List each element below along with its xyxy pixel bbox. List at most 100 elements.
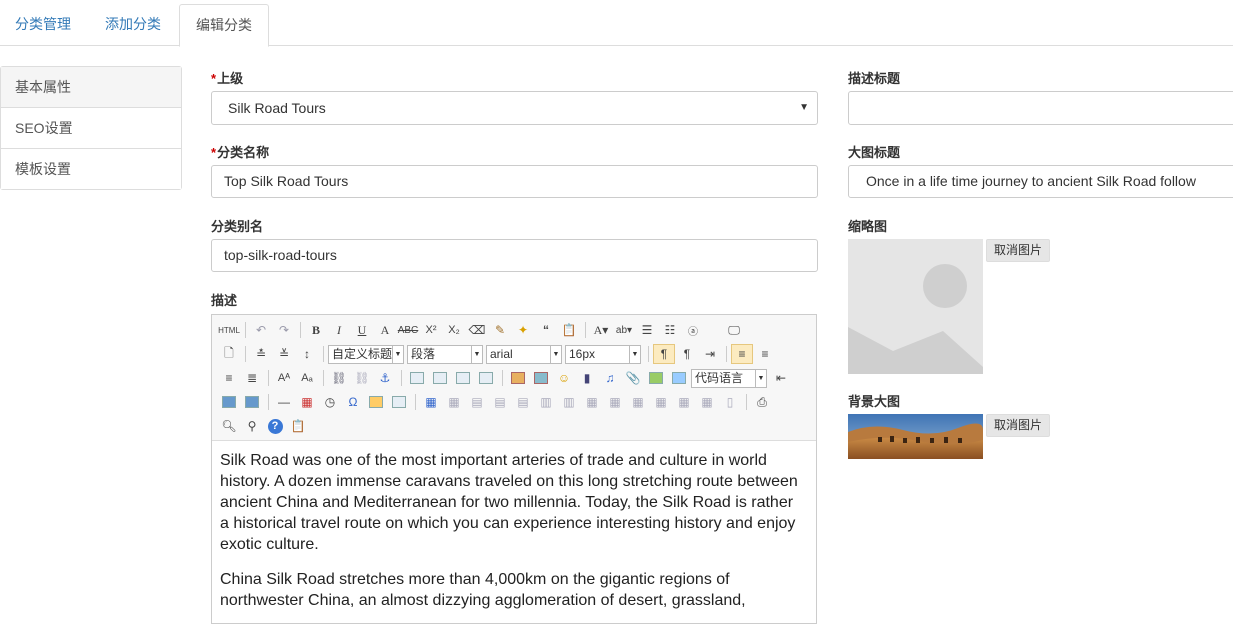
unordered-list-icon[interactable]: ☷ <box>659 320 681 340</box>
thumbnail-placeholder-image[interactable] <box>848 239 983 374</box>
help-icon[interactable]: ? <box>264 416 286 436</box>
search-replace-icon[interactable]: ⚲ <box>241 416 263 436</box>
page-break-icon[interactable]: ⇤ <box>770 368 792 388</box>
superscript-icon[interactable]: X² <box>420 320 442 340</box>
html-source-icon[interactable]: HTML <box>218 320 240 340</box>
image-right-icon[interactable] <box>452 368 474 388</box>
category-name-input[interactable]: Top Silk Road Tours <box>211 165 818 198</box>
strikethrough-icon[interactable]: ABC <box>397 320 419 340</box>
background-image[interactable] <box>848 414 983 459</box>
align-left-icon[interactable]: ≡ <box>731 344 753 364</box>
split-cols-icon[interactable]: ▦ <box>696 392 718 412</box>
custom-title-select[interactable]: 自定义标题 ▼ <box>328 344 404 364</box>
format-painter-icon[interactable]: ✎ <box>489 320 511 340</box>
thumbnail-cancel-button[interactable]: 取消图片 <box>986 239 1051 262</box>
image-left-icon[interactable] <box>429 368 451 388</box>
fullscreen-icon[interactable]: 🖵 <box>723 320 745 340</box>
category-alias-input[interactable]: top-silk-road-tours <box>211 239 818 272</box>
split-cells-icon[interactable]: ▦ <box>650 392 672 412</box>
align-center-icon[interactable]: ≡ <box>754 344 776 364</box>
underline-icon[interactable]: U <box>351 320 373 340</box>
editor-content[interactable]: Silk Road was one of the most important … <box>220 450 800 623</box>
emotion-icon[interactable]: ☺ <box>553 368 575 388</box>
date-icon[interactable]: ▦ <box>296 392 318 412</box>
background-color-icon[interactable]: ab▾ <box>613 320 635 340</box>
tab-add-category[interactable]: 添加分类 <box>90 4 176 44</box>
indent-icon[interactable]: ⇥ <box>699 344 721 364</box>
align-justify-icon[interactable]: ≣ <box>241 368 263 388</box>
insert-image-icon[interactable] <box>530 368 552 388</box>
merge-down-icon[interactable]: ▦ <box>627 392 649 412</box>
font-family-select[interactable]: arial ▼ <box>486 344 562 364</box>
blockquote-icon[interactable]: “ <box>535 320 557 340</box>
insert-col-icon[interactable]: ▥ <box>535 392 557 412</box>
background-icon[interactable] <box>241 392 263 412</box>
merge-right-icon[interactable]: ▦ <box>604 392 626 412</box>
font-size-select[interactable]: 16px ▼ <box>565 344 641 364</box>
tab-category-management[interactable]: 分类管理 <box>0 4 86 44</box>
paragraph-select[interactable]: 段落 ▼ <box>407 344 483 364</box>
anchor-icon[interactable]: ⚓ <box>374 368 396 388</box>
image-center-icon[interactable] <box>475 368 497 388</box>
row-spacing-bottom-icon[interactable]: ≚ <box>273 344 295 364</box>
drafts-icon[interactable]: 📋 <box>287 416 309 436</box>
horizontal-rule-icon[interactable]: — <box>273 392 295 412</box>
toolbar-separator <box>726 346 727 362</box>
ordered-list-icon[interactable]: ☰ <box>636 320 658 340</box>
print-icon[interactable]: ⎙ <box>751 392 773 412</box>
preview-icon[interactable]: 🔍︎ <box>218 416 240 436</box>
split-rows-icon[interactable]: ▦ <box>673 392 695 412</box>
auto-format-icon[interactable]: ✦ <box>512 320 534 340</box>
rtl-direction-icon[interactable]: ¶ <box>676 344 698 364</box>
side-menu-item-seo[interactable]: SEO设置 <box>1 108 181 149</box>
template-icon[interactable] <box>218 392 240 412</box>
row-spacing-top-icon[interactable]: ≛ <box>250 344 272 364</box>
chart-icon[interactable]: ▯ <box>719 392 741 412</box>
line-height-icon[interactable]: ↕ <box>296 344 318 364</box>
attachment-icon[interactable]: 📎 <box>622 368 644 388</box>
time-icon[interactable]: ◷ <box>319 392 341 412</box>
side-menu-item-basic[interactable]: 基本属性 <box>1 67 181 108</box>
snapscreen-icon[interactable] <box>365 392 387 412</box>
align-right-icon[interactable]: ≡ <box>218 368 240 388</box>
insert-table-icon[interactable]: ▦ <box>420 392 442 412</box>
insert-row-icon[interactable]: ▤ <box>489 392 511 412</box>
undo-icon[interactable]: ↶ <box>250 320 272 340</box>
clear-doc-icon[interactable]: 🗋 <box>218 344 240 364</box>
unlink-icon[interactable]: ⛓ <box>351 368 373 388</box>
side-menu-item-template[interactable]: 模板设置 <box>1 149 181 189</box>
insert-paragraph-before-table-icon[interactable]: ▤ <box>466 392 488 412</box>
word-image-icon[interactable] <box>388 392 410 412</box>
merge-cells-icon[interactable]: ▦ <box>581 392 603 412</box>
ltr-direction-icon[interactable]: ¶ <box>653 344 675 364</box>
insert-video-icon[interactable]: ▮ <box>576 368 598 388</box>
gmap-icon[interactable] <box>668 368 690 388</box>
music-icon[interactable]: ♫ <box>599 368 621 388</box>
uppercase-icon[interactable]: Aᴬ <box>273 368 295 388</box>
delete-table-icon[interactable]: ▦ <box>443 392 465 412</box>
background-cancel-button[interactable]: 取消图片 <box>986 414 1051 437</box>
desc-title-input[interactable] <box>848 91 1233 125</box>
map-icon[interactable] <box>645 368 667 388</box>
delete-row-icon[interactable]: ▤ <box>512 392 534 412</box>
special-chars-icon[interactable]: Ω <box>342 392 364 412</box>
redo-icon[interactable]: ↷ <box>273 320 295 340</box>
banner-title-input[interactable]: Once in a life time journey to ancient S… <box>848 165 1233 198</box>
italic-icon[interactable]: I <box>328 320 350 340</box>
simple-upload-icon[interactable] <box>507 368 529 388</box>
link-icon[interactable]: ⛓ <box>328 368 350 388</box>
font-color-icon[interactable]: A▾ <box>590 320 612 340</box>
paste-plain-icon[interactable]: 📋 <box>558 320 580 340</box>
lowercase-icon[interactable]: Aₐ <box>296 368 318 388</box>
image-none-icon[interactable] <box>406 368 428 388</box>
select-all-icon[interactable]: ⓐ <box>682 320 704 340</box>
bold-icon[interactable]: B <box>305 320 327 340</box>
chevron-down-icon: ▼ <box>755 369 766 387</box>
parent-select[interactable]: Silk Road Tours ▼ <box>211 91 818 125</box>
code-language-select[interactable]: 代码语言 ▼ <box>691 368 767 388</box>
subscript-icon[interactable]: X₂ <box>443 320 465 340</box>
delete-col-icon[interactable]: ▥ <box>558 392 580 412</box>
font-border-icon[interactable]: A <box>374 320 396 340</box>
tab-edit-category[interactable]: 编辑分类 <box>179 4 269 47</box>
eraser-icon[interactable]: ⌫ <box>466 320 488 340</box>
